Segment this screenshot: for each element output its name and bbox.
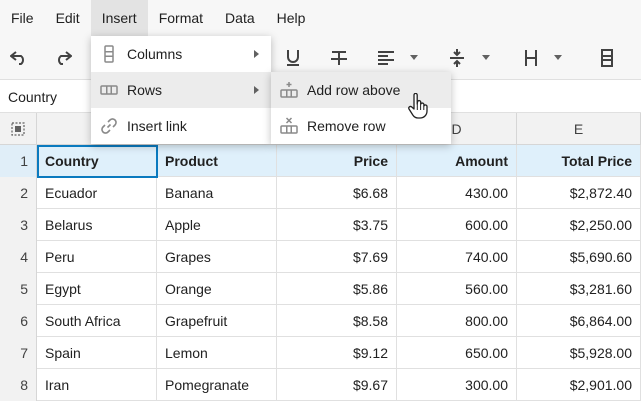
vertical-align-caret-icon[interactable] <box>482 55 490 60</box>
menu-item-insert-link[interactable]: Insert link <box>91 108 271 144</box>
table-row: 7 Spain Lemon $9.12 650.00 $5,928.00 <box>0 337 641 369</box>
cell[interactable]: $2,250.00 <box>517 209 641 241</box>
insert-menu: Columns Rows Insert link <box>91 36 271 144</box>
menu-file[interactable]: File <box>0 0 45 36</box>
text-height-icon[interactable] <box>520 36 542 80</box>
row-header[interactable]: 7 <box>0 337 37 369</box>
align-caret-icon[interactable] <box>410 55 418 60</box>
cell[interactable]: $9.12 <box>277 337 397 369</box>
row-header[interactable]: 1 <box>0 145 37 177</box>
table-row: 1 Country Product Price Amount Total Pri… <box>0 145 641 177</box>
link-icon <box>101 118 117 134</box>
cell[interactable]: Apple <box>157 209 277 241</box>
redo-icon[interactable] <box>50 36 76 80</box>
cell[interactable]: 600.00 <box>397 209 517 241</box>
cell[interactable]: Amount <box>397 145 517 177</box>
cell[interactable]: 560.00 <box>397 273 517 305</box>
cell[interactable]: $8.58 <box>277 305 397 337</box>
menu-item-rows[interactable]: Rows <box>91 72 271 108</box>
columns-icon <box>104 45 114 63</box>
column-icon[interactable] <box>596 36 618 80</box>
cell[interactable]: Price <box>277 145 397 177</box>
table-row: 5 Egypt Orange $5.86 560.00 $3,281.60 <box>0 273 641 305</box>
menu-insert[interactable]: Insert <box>90 0 148 36</box>
cell[interactable]: Iran <box>37 369 157 401</box>
cell[interactable]: 300.00 <box>397 369 517 401</box>
menu-item-columns[interactable]: Columns <box>91 36 271 72</box>
remove-row-icon <box>280 117 298 134</box>
row-header[interactable]: 2 <box>0 177 37 209</box>
cell[interactable]: Belarus <box>37 209 157 241</box>
menu-item-label: Rows <box>127 82 163 98</box>
table-row: 8 Iran Pomegranate $9.67 300.00 $2,901.0… <box>0 369 641 401</box>
menu-item-label: Add row above <box>307 82 401 98</box>
menu-bar: File Edit Insert Format Data Help <box>0 0 641 36</box>
undo-icon[interactable] <box>6 36 32 80</box>
row-header[interactable]: 4 <box>0 241 37 273</box>
rows-icon <box>100 85 118 95</box>
menu-format[interactable]: Format <box>148 0 214 36</box>
menu-help[interactable]: Help <box>266 0 317 36</box>
row-header[interactable]: 6 <box>0 305 37 337</box>
cell[interactable]: 740.00 <box>397 241 517 273</box>
cell[interactable]: Ecuador <box>37 177 157 209</box>
cell[interactable]: Total Price <box>517 145 641 177</box>
menu-edit[interactable]: Edit <box>45 0 91 36</box>
cell[interactable]: Banana <box>157 177 277 209</box>
cell[interactable]: Pomegranate <box>157 369 277 401</box>
row-header[interactable]: 8 <box>0 369 37 401</box>
cell[interactable]: 800.00 <box>397 305 517 337</box>
row-header[interactable]: 3 <box>0 209 37 241</box>
table-row: 4 Peru Grapes $7.69 740.00 $5,690.60 <box>0 241 641 273</box>
cell[interactable]: $6,864.00 <box>517 305 641 337</box>
cell[interactable]: Grapefruit <box>157 305 277 337</box>
cell-reference[interactable]: Country <box>8 81 57 113</box>
cell[interactable]: $3.75 <box>277 209 397 241</box>
cell[interactable]: $9.67 <box>277 369 397 401</box>
table-row: 2 Ecuador Banana $6.68 430.00 $2,872.40 <box>0 177 641 209</box>
row-header[interactable]: 5 <box>0 273 37 305</box>
cell[interactable]: $3,281.60 <box>517 273 641 305</box>
cell[interactable]: $2,872.40 <box>517 177 641 209</box>
table-row: 6 South Africa Grapefruit $8.58 800.00 $… <box>0 305 641 337</box>
cell[interactable]: Orange <box>157 273 277 305</box>
menu-item-label: Remove row <box>307 118 386 134</box>
cell[interactable]: Product <box>157 145 277 177</box>
menu-data[interactable]: Data <box>214 0 266 36</box>
add-row-icon <box>280 82 298 98</box>
cell[interactable]: 430.00 <box>397 177 517 209</box>
cell[interactable]: $5,928.00 <box>517 337 641 369</box>
cell[interactable]: 650.00 <box>397 337 517 369</box>
table-row: 3 Belarus Apple $3.75 600.00 $2,250.00 <box>0 209 641 241</box>
cell[interactable]: $5.86 <box>277 273 397 305</box>
cell[interactable]: $2,901.00 <box>517 369 641 401</box>
menu-item-label: Insert link <box>127 118 187 134</box>
text-height-caret-icon[interactable] <box>554 55 562 60</box>
cell[interactable]: Spain <box>37 337 157 369</box>
column-header-e[interactable]: E <box>517 113 641 145</box>
hand-cursor-icon <box>408 93 428 119</box>
menu-item-label: Columns <box>127 46 183 62</box>
submenu-arrow-icon <box>254 50 259 58</box>
select-all-icon[interactable] <box>0 113 37 145</box>
cell[interactable]: South Africa <box>37 305 157 337</box>
cell[interactable]: $6.68 <box>277 177 397 209</box>
cell[interactable]: Lemon <box>157 337 277 369</box>
submenu-arrow-icon <box>254 86 259 94</box>
cell[interactable]: Grapes <box>157 241 277 273</box>
cell[interactable]: Egypt <box>37 273 157 305</box>
cell[interactable]: $5,690.60 <box>517 241 641 273</box>
cell[interactable]: $7.69 <box>277 241 397 273</box>
cell[interactable]: Peru <box>37 241 157 273</box>
cell[interactable]: Country <box>37 145 157 177</box>
